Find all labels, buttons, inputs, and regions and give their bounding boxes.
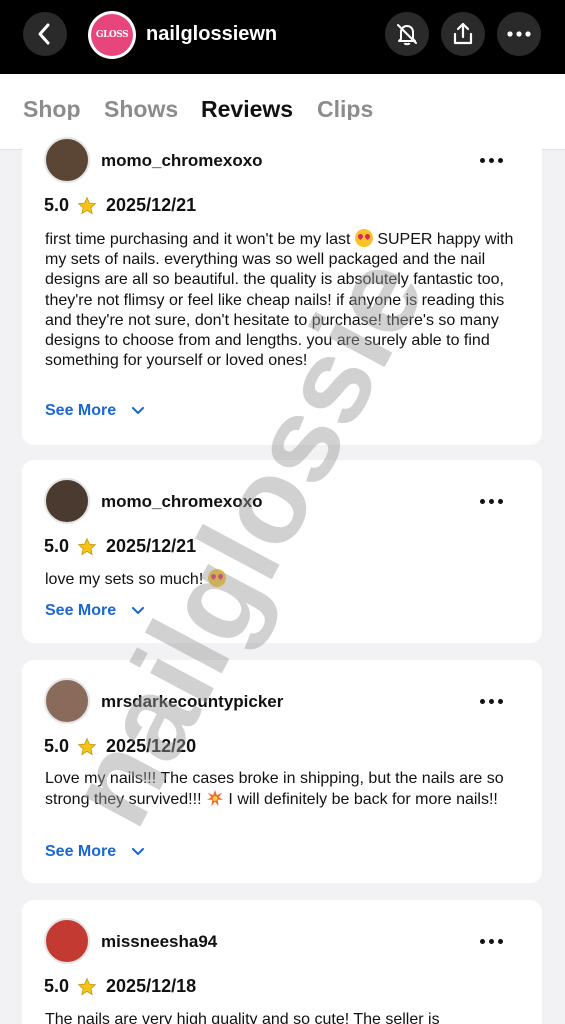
review-text-part: The nails are very high quality and so c… bbox=[45, 1011, 440, 1024]
review-rating: 5.0 2025/12/18 bbox=[44, 976, 196, 997]
review-text: first time purchasing and it won't be my… bbox=[45, 229, 523, 371]
see-more-button[interactable]: See More bbox=[45, 843, 145, 861]
tab-shows[interactable]: Shows bbox=[104, 96, 178, 123]
star-icon bbox=[77, 196, 97, 214]
rating-value: 5.0 bbox=[44, 976, 70, 996]
see-more-button[interactable]: See More bbox=[45, 402, 145, 420]
review-text-part: SUPER happy with my sets of nails. every… bbox=[45, 231, 514, 370]
more-icon bbox=[507, 31, 531, 37]
review-rating: 5.0 2025/12/21 bbox=[44, 536, 196, 557]
review-rating: 5.0 2025/12/20 bbox=[44, 736, 196, 757]
reviewer-name[interactable]: mrsdarkecountypicker bbox=[101, 692, 283, 712]
shop-name[interactable]: nailglossiewn bbox=[146, 23, 277, 46]
review-text: Love my nails!!! The cases broke in ship… bbox=[45, 769, 523, 810]
reviewer-name[interactable]: momo_chromexoxo bbox=[101, 492, 263, 512]
tab-shop[interactable]: Shop bbox=[23, 96, 81, 123]
review-card: missneesha94 5.0 2025/12/18 The nails ar… bbox=[22, 900, 542, 1024]
rating-value: 5.0 bbox=[44, 195, 70, 215]
review-date: 2025/12/21 bbox=[106, 536, 197, 556]
tab-clips[interactable]: Clips bbox=[317, 96, 373, 123]
review-date: 2025/12/18 bbox=[106, 976, 197, 996]
review-more-button[interactable] bbox=[480, 499, 503, 504]
rating-value: 5.0 bbox=[44, 536, 70, 556]
review-rating: 5.0 2025/12/21 bbox=[44, 195, 196, 216]
star-icon bbox=[77, 977, 97, 995]
chevron-down-icon bbox=[132, 607, 145, 614]
see-more-label: See More bbox=[45, 602, 117, 619]
review-card: momo_chromexoxo 5.0 2025/12/21 first tim… bbox=[22, 120, 542, 445]
more-options-button[interactable] bbox=[497, 12, 541, 56]
review-text-part: love my sets so much! bbox=[45, 571, 204, 588]
review-card: mrsdarkecountypicker 5.0 2025/12/20 Love… bbox=[22, 660, 542, 883]
review-text-part: I will definitely be back for more nails… bbox=[228, 791, 498, 809]
review-card: momo_chromexoxo 5.0 2025/12/21 love my s… bbox=[22, 460, 542, 643]
shop-avatar[interactable]: GLOSS bbox=[88, 11, 136, 59]
collision-emoji-icon bbox=[206, 790, 224, 807]
star-icon bbox=[77, 537, 97, 555]
heart-eyes-emoji-icon bbox=[354, 229, 373, 247]
reviewer-avatar[interactable] bbox=[44, 137, 90, 183]
chevron-down-icon bbox=[132, 848, 145, 855]
back-arrow-icon bbox=[38, 23, 50, 45]
mute-notifications-button[interactable] bbox=[385, 12, 429, 56]
review-text-part: first time purchasing and it won't be my… bbox=[45, 231, 351, 248]
reviewer-avatar[interactable] bbox=[44, 478, 90, 524]
see-more-label: See More bbox=[45, 843, 117, 860]
back-button[interactable] bbox=[23, 12, 67, 56]
top-bar: GLOSS nailglossiewn bbox=[0, 0, 565, 74]
review-more-button[interactable] bbox=[480, 158, 503, 163]
rating-value: 5.0 bbox=[44, 736, 70, 756]
reviewer-name[interactable]: momo_chromexoxo bbox=[101, 151, 263, 171]
tab-reviews[interactable]: Reviews bbox=[201, 96, 293, 123]
reviewer-avatar[interactable] bbox=[44, 678, 90, 724]
review-more-button[interactable] bbox=[480, 939, 503, 944]
reviewer-avatar[interactable] bbox=[44, 918, 90, 964]
see-more-label: See More bbox=[45, 402, 117, 419]
bell-off-icon bbox=[397, 24, 417, 46]
share-button[interactable] bbox=[441, 12, 485, 56]
share-icon bbox=[453, 22, 473, 45]
review-text: love my sets so much! bbox=[45, 569, 523, 590]
review-more-button[interactable] bbox=[480, 699, 503, 704]
chevron-down-icon bbox=[132, 407, 145, 414]
shop-logo: GLOSS bbox=[91, 14, 133, 56]
review-date: 2025/12/20 bbox=[106, 736, 197, 756]
review-text: The nails are very high quality and so c… bbox=[45, 1010, 523, 1024]
review-date: 2025/12/21 bbox=[106, 195, 197, 215]
star-icon bbox=[77, 737, 97, 755]
reviewer-name[interactable]: missneesha94 bbox=[101, 932, 217, 952]
heart-eyes-emoji-icon bbox=[207, 569, 226, 587]
see-more-button[interactable]: See More bbox=[45, 602, 145, 620]
